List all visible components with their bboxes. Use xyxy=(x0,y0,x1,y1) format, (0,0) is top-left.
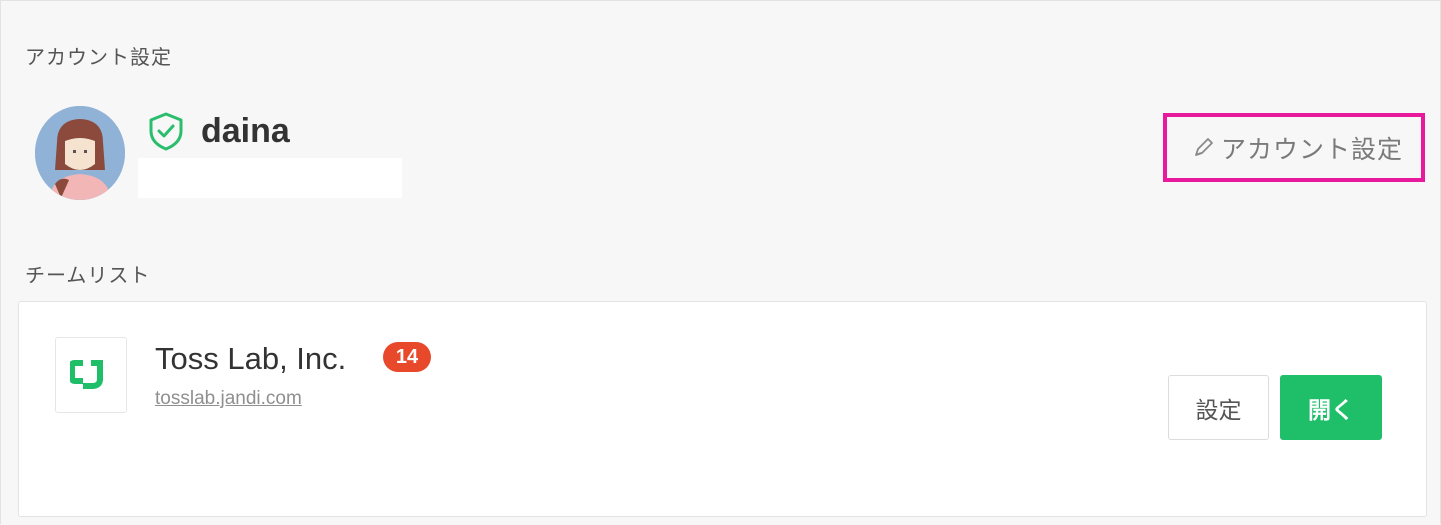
team-logo xyxy=(55,337,127,413)
team-card: Toss Lab, Inc. 14 tosslab.jandi.com 設定 開… xyxy=(18,301,1427,517)
team-name: Toss Lab, Inc. xyxy=(155,341,347,376)
avatar xyxy=(35,106,125,200)
redacted-email xyxy=(138,158,402,198)
team-list-title: チームリスト xyxy=(25,265,151,287)
pencil-icon xyxy=(1195,137,1213,156)
team-url-link[interactable]: tosslab.jandi.com xyxy=(155,388,302,410)
avatar-illustration xyxy=(35,106,125,200)
account-panel: アカウント設定 daina アカウント設定 チームリスト Toss Lab, I… xyxy=(0,0,1441,524)
open-team-button[interactable]: 開く xyxy=(1280,375,1382,440)
unread-count-badge: 14 xyxy=(383,342,431,372)
account-section-title: アカウント設定 xyxy=(25,47,172,69)
team-settings-button[interactable]: 設定 xyxy=(1168,375,1269,440)
shield-check-icon xyxy=(149,112,183,151)
account-settings-link[interactable]: アカウント設定 xyxy=(1163,113,1425,182)
jandi-logo-icon xyxy=(70,360,103,389)
profile-name: daina xyxy=(201,112,290,150)
account-settings-label: アカウント設定 xyxy=(1220,135,1403,164)
